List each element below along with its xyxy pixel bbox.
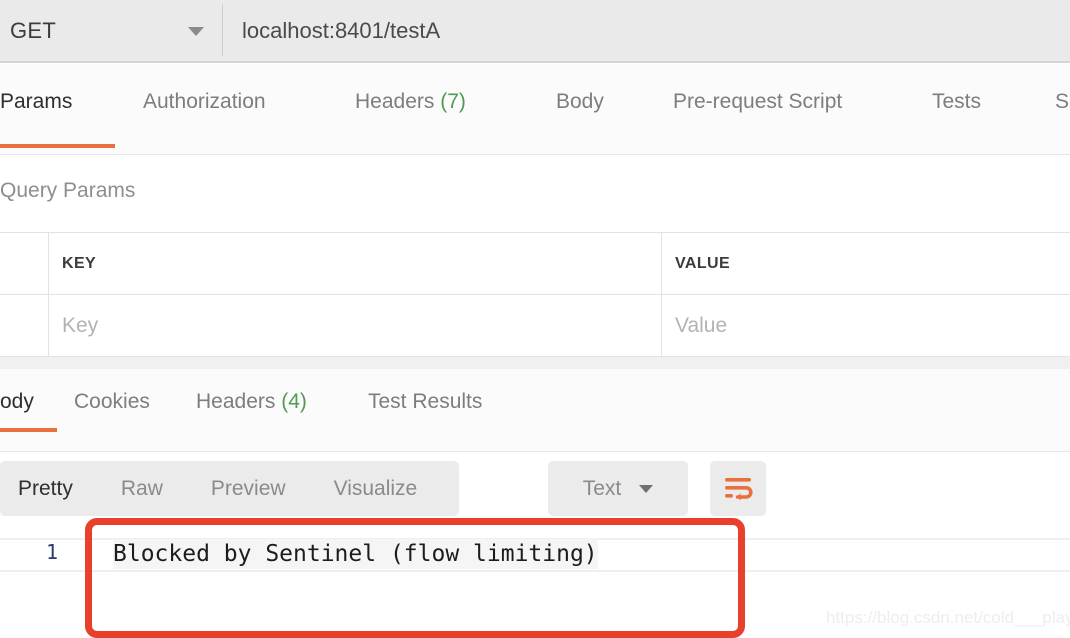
request-tab-s[interactable]: S [1055,90,1069,114]
panel-divider [0,357,1070,369]
header-checkbox-cell [0,233,49,294]
postman-window: GET localhost:8401/testA Params Authoriza… [0,0,1070,638]
code-line-number: 1 [46,540,59,564]
http-method-label: GET [10,18,57,43]
table-row: Key Value [0,295,1070,357]
header-cell-value: VALUE [662,233,1070,294]
param-value-input[interactable]: Value [662,295,1070,356]
request-tab-body[interactable]: Body [556,90,604,114]
view-mode-preview[interactable]: Preview [211,477,286,501]
tab-label: Authorization [143,90,266,113]
urlbar-bottom-border [0,61,1070,63]
response-body-text: Blocked by Sentinel (flow limiting) [113,539,598,569]
request-url-value: localhost:8401/testA [242,18,441,43]
query-params-title: Query Params [0,179,136,202]
tab-label: Params [0,90,73,113]
column-header-value: VALUE [675,254,731,272]
word-wrap-toggle-button[interactable] [710,461,766,516]
tab-label: Pre-request Script [673,90,843,113]
response-view-toolbar: Pretty Raw Preview Visualize Text [0,452,1070,526]
view-mode-pretty[interactable]: Pretty [18,477,73,501]
response-tab-test-results[interactable]: Test Results [368,390,482,414]
word-wrap-icon [725,477,753,500]
view-mode-visualize[interactable]: Visualize [334,477,418,501]
tab-label: S [1055,90,1070,113]
request-url-bar: GET localhost:8401/testA [0,0,1070,62]
tab-label: Test Results [368,390,483,413]
response-active-tab-underline [0,428,57,432]
header-cell-key: KEY [49,233,662,294]
request-tab-pre-request-script[interactable]: Pre-request Script [673,90,842,114]
response-tab-cookies[interactable]: Cookies [74,390,150,414]
tab-count-badge: (4) [275,390,307,413]
request-active-tab-underline [0,144,115,148]
request-url-input[interactable]: localhost:8401/testA [223,0,1070,62]
param-key-input[interactable]: Key [49,295,662,356]
tab-label: Cookies [74,390,150,413]
query-params-section: Query Params [0,155,1070,232]
request-tab-params[interactable]: Params [0,90,72,114]
tab-label: ody [0,390,34,413]
tab-label: Body [556,90,604,113]
response-tab-ody[interactable]: ody [0,390,34,414]
request-tab-strip: Params Authorization Headers (7) Body Pre-re… [0,64,1070,155]
tab-label: Headers [355,90,435,113]
http-method-select[interactable]: GET [0,0,222,62]
response-format-value: Text [582,476,622,500]
chevron-down-icon [639,484,654,493]
view-mode-raw[interactable]: Raw [121,477,163,501]
param-key-placeholder: Key [62,313,99,337]
column-header-key: KEY [62,254,97,272]
param-value-placeholder: Value [675,313,728,337]
chevron-down-icon [188,26,204,36]
response-view-mode-group: Pretty Raw Preview Visualize [0,461,460,516]
response-tab-strip: ody Cookies Headers (4) Test Results [0,369,1070,452]
request-tab-tests[interactable]: Tests [932,90,981,114]
response-format-select[interactable]: Text [548,461,688,516]
query-params-table: KEY VALUE Key Value [0,232,1070,357]
request-tab-headers[interactable]: Headers (7) [355,90,466,114]
tab-label: Headers [196,390,276,413]
code-band-bottom [0,570,1070,572]
tab-label: Tests [932,90,982,113]
watermark-text: https://blog.csdn.net/cold___play [826,608,1070,627]
response-tab-headers[interactable]: Headers (4) [196,390,307,414]
table-header-row: KEY VALUE [0,233,1070,295]
tab-count-badge: (7) [434,90,466,113]
request-tab-authorization[interactable]: Authorization [143,90,266,114]
row-checkbox-cell[interactable] [0,295,49,356]
